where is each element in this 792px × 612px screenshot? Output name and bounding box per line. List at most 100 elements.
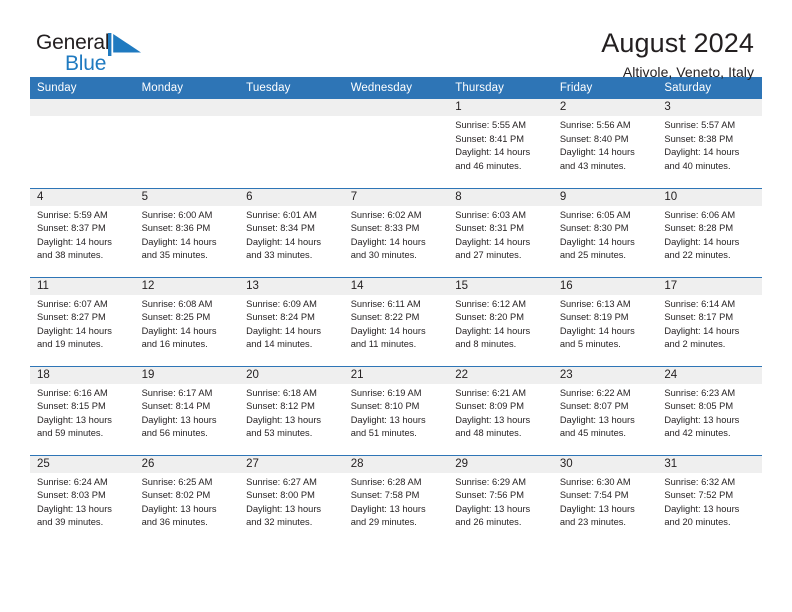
sunset-time: Sunset: 8:30 PM bbox=[559, 223, 629, 234]
sunset-time: Sunset: 8:27 PM bbox=[37, 312, 106, 323]
day-number: 18 bbox=[30, 366, 135, 384]
calendar-day-cell[interactable]: 27 Sunrise: 6:27 AM Sunset: 8:00 PM Dayligh… bbox=[239, 454, 344, 544]
daylight-duration-line1: Daylight: 13 hours bbox=[350, 503, 426, 514]
weekday-header-sunday: Sunday bbox=[30, 77, 135, 99]
daylight-duration-line1: Daylight: 13 hours bbox=[559, 414, 635, 425]
daylight-duration-line1: Daylight: 13 hours bbox=[455, 503, 531, 514]
calendar-day-cell[interactable]: 23 Sunrise: 6:22 AM Sunset: 8:07 PM Dayligh… bbox=[552, 365, 658, 455]
calendar-day-cell[interactable]: 4 Sunrise: 5:59 AM Sunset: 8:37 PM Daylight… bbox=[30, 187, 135, 277]
calendar-day-cell[interactable]: 22 Sunrise: 6:21 AM Sunset: 8:09 PM Dayligh… bbox=[448, 365, 553, 455]
calendar-day-cell[interactable]: 21 Sunrise: 6:19 AM Sunset: 8:10 PM Dayligh… bbox=[343, 365, 449, 455]
calendar-day-cell[interactable]: 26 Sunrise: 6:25 AM Sunset: 8:02 PM Dayligh… bbox=[134, 454, 240, 545]
weekday-header-tuesday: Tuesday bbox=[239, 77, 344, 99]
daylight-duration-line2: and 14 minutes. bbox=[246, 339, 313, 350]
calendar-day-cell[interactable]: 15 Sunrise: 6:12 AM Sunset: 8:20 PM Dayligh… bbox=[448, 276, 553, 366]
calendar-day-cell[interactable]: 18 Sunrise: 6:16 AM Sunset: 8:15 PM Dayligh… bbox=[30, 365, 135, 455]
daylight-duration-line1: Daylight: 13 hours bbox=[559, 503, 635, 514]
daylight-duration-line1: Daylight: 14 hours bbox=[37, 236, 112, 247]
day-cell-inner: 22 Sunrise: 6:21 AM Sunset: 8:09 PM Dayligh… bbox=[448, 366, 553, 455]
sunrise-time: Sunrise: 6:11 AM bbox=[350, 298, 421, 309]
calendar-day-cell[interactable]: 14 Sunrise: 6:11 AM Sunset: 8:22 PM Dayligh… bbox=[343, 276, 449, 366]
weekday-header: Sunday Monday Tuesday Wednesday Thursday… bbox=[30, 77, 762, 99]
calendar-day-cell[interactable]: 30 Sunrise: 6:30 AM Sunset: 7:54 PM Dayligh… bbox=[552, 454, 658, 544]
calendar-day-cell[interactable]: 12 Sunrise: 6:08 AM Sunset: 8:25 PM Dayligh… bbox=[134, 276, 240, 366]
calendar-day-cell[interactable]: 28 Sunrise: 6:28 AM Sunset: 7:58 PM Dayligh… bbox=[343, 454, 449, 544]
day-cell-details: Sunrise: 6:30 AM Sunset: 7:54 PM Daylight:… bbox=[553, 473, 658, 530]
day-cell-details: Sunrise: 6:18 AM Sunset: 8:12 PM Daylight:… bbox=[239, 384, 344, 441]
day-number: 3 bbox=[657, 99, 762, 116]
calendar-day-cell[interactable]: 29 Sunrise: 6:29 AM Sunset: 7:56 PM Dayligh… bbox=[448, 454, 553, 544]
calendar-day-cell[interactable]: 20 Sunrise: 6:18 AM Sunset: 8:12 PM Dayligh… bbox=[239, 365, 344, 455]
calendar-day-cell[interactable]: 17 Sunrise: 6:14 AM Sunset: 8:17 PM Dayligh… bbox=[657, 276, 762, 366]
sunrise-time: Sunrise: 6:28 AM bbox=[350, 476, 422, 487]
day-cell-details: Sunrise: 5:57 AM Sunset: 8:38 PM Daylight:… bbox=[657, 116, 762, 173]
calendar-day-cell[interactable]: 13 Sunrise: 6:09 AM Sunset: 8:24 PM Dayligh… bbox=[239, 276, 344, 366]
day-number: 17 bbox=[657, 277, 762, 295]
calendar-day-cell[interactable]: 16 Sunrise: 6:13 AM Sunset: 8:19 PM Dayligh… bbox=[552, 276, 658, 366]
sunset-time: Sunset: 8:03 PM bbox=[37, 490, 106, 501]
calendar-day-cell[interactable]: 10 Sunrise: 6:06 AM Sunset: 8:28 PM Dayligh… bbox=[657, 187, 762, 277]
calendar-day-cell[interactable]: 6 Sunrise: 6:01 AM Sunset: 8:34 PM Daylight… bbox=[239, 187, 344, 277]
calendar-day-cell[interactable]: 5 Sunrise: 6:00 AM Sunset: 8:36 PM Daylight… bbox=[134, 187, 240, 277]
calendar-day-cell[interactable]: 24 Sunrise: 6:23 AM Sunset: 8:05 PM Dayligh… bbox=[657, 365, 762, 455]
day-number: 14 bbox=[343, 277, 449, 295]
sunrise-time: Sunrise: 6:08 AM bbox=[141, 298, 213, 309]
day-cell-details: Sunrise: 5:56 AM Sunset: 8:40 PM Daylight:… bbox=[553, 116, 658, 173]
day-cell-details: Sunrise: 6:11 AM Sunset: 8:22 PM Daylight:… bbox=[344, 295, 449, 352]
brand-name-general: General bbox=[36, 31, 110, 54]
day-number: 25 bbox=[30, 455, 135, 473]
calendar-day-cell[interactable]: 3 Sunrise: 5:57 AM Sunset: 8:38 PM Daylight… bbox=[657, 99, 762, 188]
day-number: 29 bbox=[448, 455, 553, 473]
day-number bbox=[343, 99, 449, 116]
daylight-duration-line2: and 32 minutes. bbox=[246, 517, 313, 528]
daylight-duration-line2: and 35 minutes. bbox=[141, 250, 208, 261]
location-subtitle: Altivole, Veneto, Italy bbox=[622, 64, 754, 81]
day-number: 28 bbox=[343, 455, 449, 473]
day-cell-details: Sunrise: 6:19 AM Sunset: 8:10 PM Daylight:… bbox=[344, 384, 449, 441]
day-cell-details: Sunrise: 6:22 AM Sunset: 8:07 PM Daylight:… bbox=[553, 384, 658, 441]
sunrise-time: Sunrise: 5:59 AM bbox=[37, 209, 108, 220]
calendar-table: Sunday Monday Tuesday Wednesday Thursday… bbox=[30, 77, 762, 544]
sunrise-time: Sunrise: 6:30 AM bbox=[559, 476, 631, 487]
day-cell-details: Sunrise: 6:25 AM Sunset: 8:02 PM Daylight:… bbox=[135, 473, 240, 530]
day-cell-details: Sunrise: 6:28 AM Sunset: 7:58 PM Daylight:… bbox=[344, 473, 449, 530]
calendar-week-row: 18 Sunrise: 6:16 AM Sunset: 8:15 PM Dayligh… bbox=[30, 365, 762, 455]
sunrise-time: Sunrise: 6:17 AM bbox=[141, 387, 213, 398]
sunset-time: Sunset: 8:15 PM bbox=[37, 401, 106, 412]
calendar-body: 1 Sunrise: 5:55 AM Sunset: 8:41 PM Daylight… bbox=[30, 99, 762, 544]
calendar-day-cell[interactable]: 31 Sunrise: 6:32 AM Sunset: 7:52 PM Dayligh… bbox=[657, 454, 762, 544]
sunrise-time: Sunrise: 6:06 AM bbox=[664, 209, 736, 220]
day-number bbox=[30, 99, 135, 116]
day-number: 7 bbox=[343, 188, 449, 206]
calendar-day-cell[interactable]: 7 Sunrise: 6:02 AM Sunset: 8:33 PM Daylight… bbox=[343, 187, 449, 277]
day-number: 21 bbox=[343, 366, 449, 384]
day-number: 16 bbox=[552, 277, 658, 295]
day-number: 10 bbox=[657, 188, 762, 206]
day-cell-inner: 13 Sunrise: 6:09 AM Sunset: 8:24 PM Dayligh… bbox=[239, 277, 344, 366]
sunset-time: Sunset: 8:22 PM bbox=[350, 312, 420, 323]
calendar-header-row: Sunday Monday Tuesday Wednesday Thursday… bbox=[30, 77, 762, 99]
brand-logo[interactable]: General Blue bbox=[36, 28, 144, 74]
calendar-day-cell[interactable]: 11 Sunrise: 6:07 AM Sunset: 8:27 PM Dayligh… bbox=[30, 276, 135, 366]
daylight-duration-line1: Daylight: 13 hours bbox=[37, 503, 112, 514]
sunset-time: Sunset: 8:10 PM bbox=[350, 401, 420, 412]
calendar-day-cell[interactable]: 25 Sunrise: 6:24 AM Sunset: 8:03 PM Dayligh… bbox=[30, 454, 135, 544]
calendar-day-cell[interactable]: 1 Sunrise: 5:55 AM Sunset: 8:41 PM Daylight… bbox=[448, 99, 553, 188]
sunrise-time: Sunrise: 5:55 AM bbox=[455, 120, 527, 130]
day-cell-inner: 26 Sunrise: 6:25 AM Sunset: 8:02 PM Dayligh… bbox=[134, 455, 240, 545]
day-cell-details: Sunrise: 6:29 AM Sunset: 7:56 PM Daylight:… bbox=[448, 473, 553, 530]
daylight-duration-line2: and 11 minutes. bbox=[350, 339, 417, 350]
daylight-duration-line2: and 8 minutes. bbox=[455, 339, 517, 350]
calendar-day-cell[interactable]: 19 Sunrise: 6:17 AM Sunset: 8:14 PM Dayligh… bbox=[134, 365, 240, 455]
calendar-day-cell[interactable]: 9 Sunrise: 6:05 AM Sunset: 8:30 PM Daylight… bbox=[552, 187, 658, 277]
sunset-time: Sunset: 7:56 PM bbox=[455, 490, 524, 501]
day-cell-inner: 23 Sunrise: 6:22 AM Sunset: 8:07 PM Dayligh… bbox=[552, 366, 658, 455]
sunset-time: Sunset: 7:52 PM bbox=[664, 490, 734, 501]
daylight-duration-line2: and 25 minutes. bbox=[559, 250, 626, 261]
calendar-day-cell[interactable]: 8 Sunrise: 6:03 AM Sunset: 8:31 PM Daylight… bbox=[448, 187, 553, 277]
calendar-day-cell-empty bbox=[30, 99, 135, 188]
daylight-duration-line2: and 56 minutes. bbox=[141, 428, 208, 439]
calendar-day-cell[interactable]: 2 Sunrise: 5:56 AM Sunset: 8:40 PM Daylight… bbox=[552, 99, 658, 188]
day-number: 8 bbox=[448, 188, 553, 206]
daylight-duration-line1: Daylight: 14 hours bbox=[246, 325, 322, 336]
